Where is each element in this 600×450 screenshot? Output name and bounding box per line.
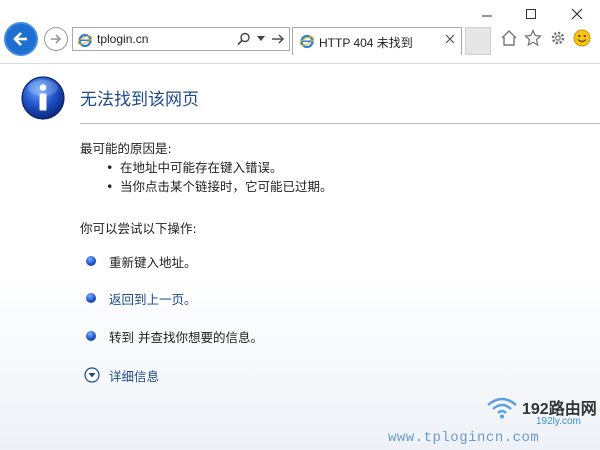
minimize-button[interactable] bbox=[476, 4, 498, 24]
tab-http-404[interactable]: HTTP 404 未找到 bbox=[292, 27, 462, 55]
smiley-feedback-icon[interactable] bbox=[573, 29, 591, 47]
address-bar[interactable]: tplogin.cn bbox=[72, 27, 290, 51]
close-icon bbox=[571, 8, 583, 20]
tab-title: HTTP 404 未找到 bbox=[319, 36, 413, 50]
more-info-label: 详细信息 bbox=[109, 368, 160, 384]
go-back-link[interactable]: 返回到上一页。 bbox=[109, 289, 197, 308]
list-item: 当你点击某个链接时，它可能已过期。 bbox=[106, 177, 333, 196]
home-icon[interactable] bbox=[500, 29, 518, 47]
title-divider bbox=[80, 123, 600, 124]
watermark-url: www.tplogincn.com bbox=[388, 430, 540, 446]
chevron-down-circle-icon bbox=[84, 367, 100, 383]
info-icon bbox=[21, 76, 65, 120]
action-text: 重新键入地址。 bbox=[109, 254, 197, 270]
action-go-back[interactable]: 返回到上一页。 bbox=[86, 288, 197, 308]
wifi-logo-icon bbox=[487, 397, 517, 419]
more-info-toggle[interactable]: 详细信息 bbox=[84, 365, 159, 385]
causes-heading: 最可能的原因是: bbox=[80, 141, 172, 156]
favorites-star-icon[interactable] bbox=[524, 29, 542, 47]
bullet-dot-icon bbox=[86, 293, 96, 303]
list-item: 在地址中可能存在键入错误。 bbox=[106, 158, 333, 177]
bullet-dot-icon bbox=[86, 256, 96, 266]
watermark-site: 192ly.com bbox=[536, 416, 581, 427]
minimize-icon bbox=[482, 15, 492, 17]
action-text: 转到 并查找你想要的信息。 bbox=[109, 329, 263, 345]
page-title: 无法找到该网页 bbox=[80, 90, 199, 110]
close-window-button[interactable] bbox=[566, 4, 588, 24]
bullet-dot-icon bbox=[86, 331, 96, 341]
action-go-to: 转到 并查找你想要的信息。 bbox=[86, 326, 263, 346]
chevron-down-icon[interactable] bbox=[257, 36, 265, 42]
forward-button[interactable] bbox=[44, 27, 68, 51]
ie-logo-icon bbox=[299, 34, 315, 49]
ie-logo-icon bbox=[77, 33, 93, 48]
tab-close-icon[interactable] bbox=[445, 34, 455, 44]
maximize-icon bbox=[526, 9, 536, 19]
actions-heading: 你可以尝试以下操作: bbox=[80, 221, 197, 236]
browser-chrome: tplogin.cn HTTP 404 未找到 bbox=[0, 0, 600, 64]
back-button[interactable] bbox=[4, 22, 38, 56]
address-text: tplogin.cn bbox=[97, 32, 149, 46]
arrow-left-icon bbox=[13, 32, 27, 46]
action-retype-address: 重新键入地址。 bbox=[86, 251, 197, 271]
maximize-button[interactable] bbox=[520, 4, 542, 24]
causes-list: 在地址中可能存在键入错误。 当你点击某个链接时，它可能已过期。 bbox=[106, 158, 333, 196]
gear-icon[interactable] bbox=[549, 29, 567, 47]
arrow-right-icon bbox=[51, 34, 62, 44]
search-icon[interactable] bbox=[237, 32, 251, 46]
new-tab-button[interactable] bbox=[465, 27, 491, 55]
go-arrow-icon[interactable] bbox=[271, 31, 285, 47]
